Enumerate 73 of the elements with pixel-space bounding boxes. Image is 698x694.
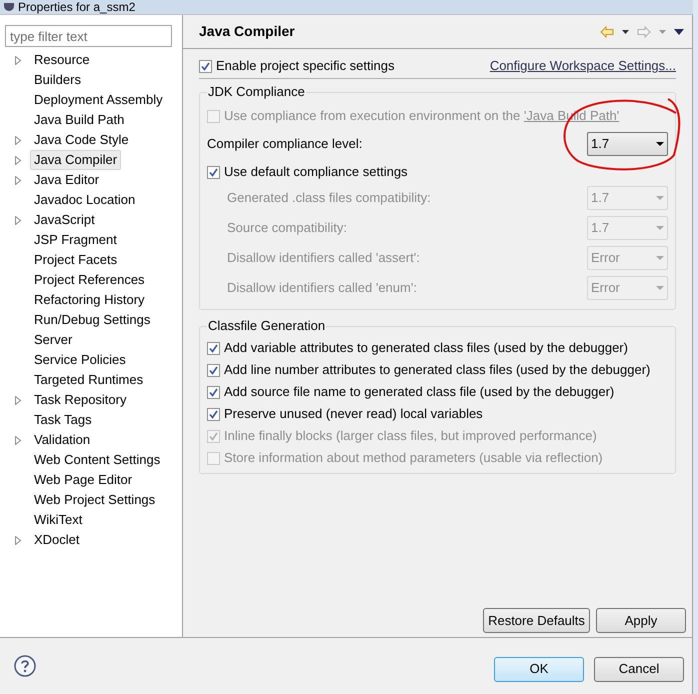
field-label: Source compatibility: [227,219,347,238]
tree-item[interactable]: Project Facets [30,250,122,270]
tree-item[interactable]: Run/Debug Settings [30,310,154,330]
expand-arrow-icon[interactable] [15,396,21,404]
tree-item[interactable]: Web Content Settings [30,450,164,470]
expand-arrow-icon[interactable] [15,216,21,224]
tree-item[interactable]: Builders [30,70,85,90]
button[interactable]: OK [494,656,584,682]
tree-item[interactable]: Project References [30,270,149,290]
caret-icon [656,226,664,230]
tree-item[interactable]: Web Page Editor [30,470,136,490]
tree-item[interactable]: Java Code Style [30,130,133,150]
checkbox-label: Add source file name to generated class file (used by the debugger) [224,383,614,402]
tree-item[interactable]: XDoclet [30,530,84,550]
compliance-dropdown[interactable]: 1.7 [587,132,668,156]
button[interactable]: Apply [596,608,686,633]
tree-item[interactable]: Java Compiler [30,150,122,170]
checkbox[interactable] [207,386,220,398]
caret-icon [656,256,664,260]
tree-item[interactable]: Deployment Assembly [30,90,167,110]
tree-item[interactable]: Javadoc Location [30,190,140,210]
filter-field[interactable]: type filter text [5,25,172,47]
field-label: Compiler compliance level: [207,135,362,154]
window-title: Properties for a_ssm2 [18,0,136,14]
checkbox[interactable] [207,408,220,420]
tree-item[interactable]: Service Policies [30,350,130,370]
tree-item[interactable]: Task Tags [30,410,96,430]
checkbox-label: Add line number attributes to generated class files (used by the debugger) [224,361,650,380]
tree-item[interactable]: Validation [30,430,94,450]
expand-arrow-icon[interactable] [15,436,21,444]
field-label: Disallow identifiers called 'enum': [227,279,417,298]
checkbox[interactable] [199,60,212,72]
back-arrow-icon[interactable] [600,26,614,38]
tree-item[interactable]: Java Editor [30,170,104,190]
checkbox-label: Add variable attributes to generated class files (used by the debugger) [224,339,628,358]
checkbox-label: Inline finally blocks (larger class files, but improved performance) [224,427,597,446]
tree-item[interactable]: JavaScript [30,210,99,230]
button[interactable]: Restore Defaults [483,608,590,633]
caret-icon [656,196,664,200]
tree-item[interactable]: Web Project Settings [30,490,160,510]
tree-item[interactable]: Resource [30,50,94,70]
forward-arrow-icon[interactable] [637,26,651,38]
checkbox[interactable] [207,364,220,376]
checkbox-label: Store information about method parameters (usable via reflection) [224,449,603,468]
checkbox[interactable] [207,342,220,354]
tree-item[interactable]: JSP Fragment [30,230,121,250]
page-title: Java Compiler [199,22,295,41]
checkbox[interactable] [207,166,220,178]
link[interactable]: Configure Workspace Settings... [490,56,676,76]
tree-item[interactable]: WikiText [30,510,86,530]
menu-caret-icon[interactable] [674,28,684,34]
expand-arrow-icon[interactable] [15,56,21,64]
tree-item[interactable]: Targeted Runtimes [30,370,148,390]
checkbox-label: Use default compliance settings [224,163,408,182]
field-label: Disallow identifiers called 'assert': [227,249,420,268]
checkbox-label: Preserve unused (never read) local variables [224,405,483,424]
help-icon[interactable] [14,655,36,677]
dropdown-caret-icon[interactable] [622,30,629,34]
checkbox-label: Enable project specific settings [216,57,394,76]
tree-item[interactable]: Refactoring History [30,290,149,310]
expand-arrow-icon[interactable] [15,156,21,164]
expand-arrow-icon[interactable] [15,136,21,144]
app-icon [4,3,14,11]
tree-item[interactable]: Java Build Path [30,110,128,130]
group-title: JDK Compliance [207,84,306,100]
tree-item[interactable]: Task Repository [30,390,130,410]
caret-icon [656,286,664,290]
field-label: Generated .class files compatibility: [227,189,431,208]
expand-arrow-icon[interactable] [15,176,21,184]
tree-item[interactable]: Server [30,330,76,350]
expand-arrow-icon[interactable] [15,536,21,544]
button[interactable]: Cancel [594,656,684,682]
caret-icon [656,142,664,146]
